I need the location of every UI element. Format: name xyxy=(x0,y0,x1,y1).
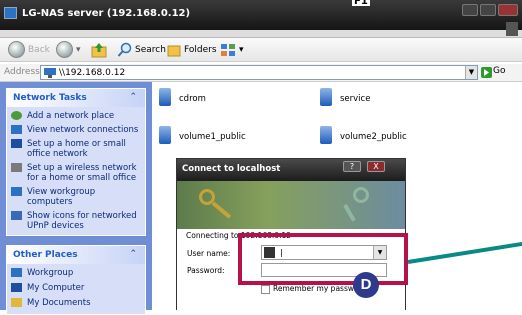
file-name: volume1_public xyxy=(179,132,246,142)
task-label: Set up a wireless network for a home or … xyxy=(27,163,137,183)
task-add-network-place[interactable]: Add a network place xyxy=(7,110,145,122)
views-icon[interactable] xyxy=(220,42,238,58)
back-arrow-icon[interactable] xyxy=(8,41,25,58)
window-titlebar: LG-NAS server (192.168.0.12) F1 xyxy=(0,0,522,30)
remember-password-option[interactable]: Remember my password xyxy=(261,284,366,294)
place-label: My Documents xyxy=(27,298,91,308)
network-tasks-panel: Network Tasks ⌃ Add a network place View… xyxy=(6,88,146,236)
address-input[interactable]: \\192.168.0.12 ▼ xyxy=(40,65,478,80)
address-label: Address xyxy=(4,67,40,77)
file-name: service xyxy=(340,94,371,104)
other-places-title: Other Places xyxy=(13,250,78,260)
menu-bar xyxy=(0,22,522,38)
shared-folder-icon xyxy=(320,88,332,106)
key-icon xyxy=(353,187,369,203)
task-label: View network connections xyxy=(27,125,139,135)
my-computer-icon xyxy=(11,283,22,292)
folders-icon[interactable] xyxy=(166,42,182,58)
back-button-label[interactable]: Back xyxy=(28,45,50,55)
shared-folder-icon xyxy=(159,126,171,144)
search-button[interactable]: Search xyxy=(135,45,166,55)
credentials-highlight-box xyxy=(238,233,408,285)
network-drive-icon xyxy=(44,68,56,78)
step-marker: D xyxy=(353,272,379,298)
upnp-devices-icon xyxy=(11,211,22,220)
wireless-network-icon xyxy=(11,163,22,172)
toolbar: Back ▾ Search Folders ▾ xyxy=(0,38,522,62)
task-label: Show icons for networked UPnP devices xyxy=(27,211,137,231)
file-name: cdrom xyxy=(179,94,206,104)
chevron-up-icon[interactable]: ⌃ xyxy=(129,92,137,102)
address-value: \\192.168.0.12 xyxy=(59,68,126,78)
password-label: Password: xyxy=(187,266,225,275)
corner-mark: F1 xyxy=(352,0,370,7)
minimize-button[interactable] xyxy=(462,4,478,16)
network-connections-icon xyxy=(11,125,22,134)
key-stem xyxy=(211,201,232,219)
network-tasks-header[interactable]: Network Tasks ⌃ xyxy=(7,89,145,107)
dialog-close-button[interactable]: X xyxy=(367,161,385,172)
keys-banner xyxy=(177,181,405,229)
window-title: LG-NAS server (192.168.0.12) xyxy=(22,8,191,19)
remember-password-checkbox[interactable] xyxy=(261,284,270,294)
my-documents-icon xyxy=(11,298,22,307)
file-name: volume2_public xyxy=(340,132,407,142)
windows-logo-icon xyxy=(506,22,518,36)
address-bar: Address \\192.168.0.12 ▼ Go xyxy=(0,64,522,82)
workgroup-icon xyxy=(11,268,22,277)
views-dropdown-icon[interactable]: ▾ xyxy=(239,45,244,55)
dialog-help-button[interactable]: ? xyxy=(343,161,361,172)
other-places-panel: Other Places ⌃ Workgroup My Computer My … xyxy=(6,245,146,315)
go-arrow-icon[interactable] xyxy=(481,67,492,78)
go-button[interactable]: Go xyxy=(493,66,505,76)
task-wireless-network[interactable]: Set up a wireless network for a home or … xyxy=(7,162,145,184)
workgroup-computers-icon xyxy=(11,187,22,196)
dialog-titlebar: Connect to localhost ? X xyxy=(177,159,405,181)
maximize-button[interactable] xyxy=(480,4,496,16)
close-button[interactable] xyxy=(498,4,518,16)
task-workgroup-computers[interactable]: View workgroup computers xyxy=(7,186,145,208)
task-label: Set up a home or small office network xyxy=(27,139,126,159)
up-folder-icon[interactable] xyxy=(90,42,108,58)
network-tasks-title: Network Tasks xyxy=(13,93,87,103)
task-label: View workgroup computers xyxy=(27,187,96,207)
forward-arrow-icon[interactable] xyxy=(56,41,73,58)
task-view-connections[interactable]: View network connections xyxy=(7,124,145,136)
task-upnp-icons[interactable]: Show icons for networked UPnP devices xyxy=(7,210,145,232)
forward-dropdown-icon[interactable]: ▾ xyxy=(76,45,81,55)
task-home-network[interactable]: Set up a home or small office network xyxy=(7,138,145,160)
dialog-title: Connect to localhost xyxy=(182,164,281,174)
other-places-header[interactable]: Other Places ⌃ xyxy=(7,246,145,264)
shared-folder-icon xyxy=(320,126,332,144)
task-label: Add a network place xyxy=(27,111,115,121)
shared-folder-icon xyxy=(159,88,171,106)
network-folder-icon xyxy=(4,7,17,19)
place-workgroup[interactable]: Workgroup xyxy=(7,267,145,279)
username-label: User name: xyxy=(187,249,231,258)
address-dropdown-icon[interactable]: ▼ xyxy=(465,66,477,79)
folders-button[interactable]: Folders xyxy=(184,45,217,55)
key-stem xyxy=(343,204,356,222)
place-label: Workgroup xyxy=(27,268,74,278)
place-label: My Computer xyxy=(27,283,85,293)
chevron-up-icon[interactable]: ⌃ xyxy=(129,249,137,259)
task-pane: Network Tasks ⌃ Add a network place View… xyxy=(0,82,152,315)
place-my-documents[interactable]: My Documents xyxy=(7,297,145,309)
search-icon[interactable] xyxy=(117,42,133,58)
place-my-computer[interactable]: My Computer xyxy=(7,282,145,294)
home-network-icon xyxy=(11,139,22,148)
add-network-place-icon xyxy=(11,111,22,120)
